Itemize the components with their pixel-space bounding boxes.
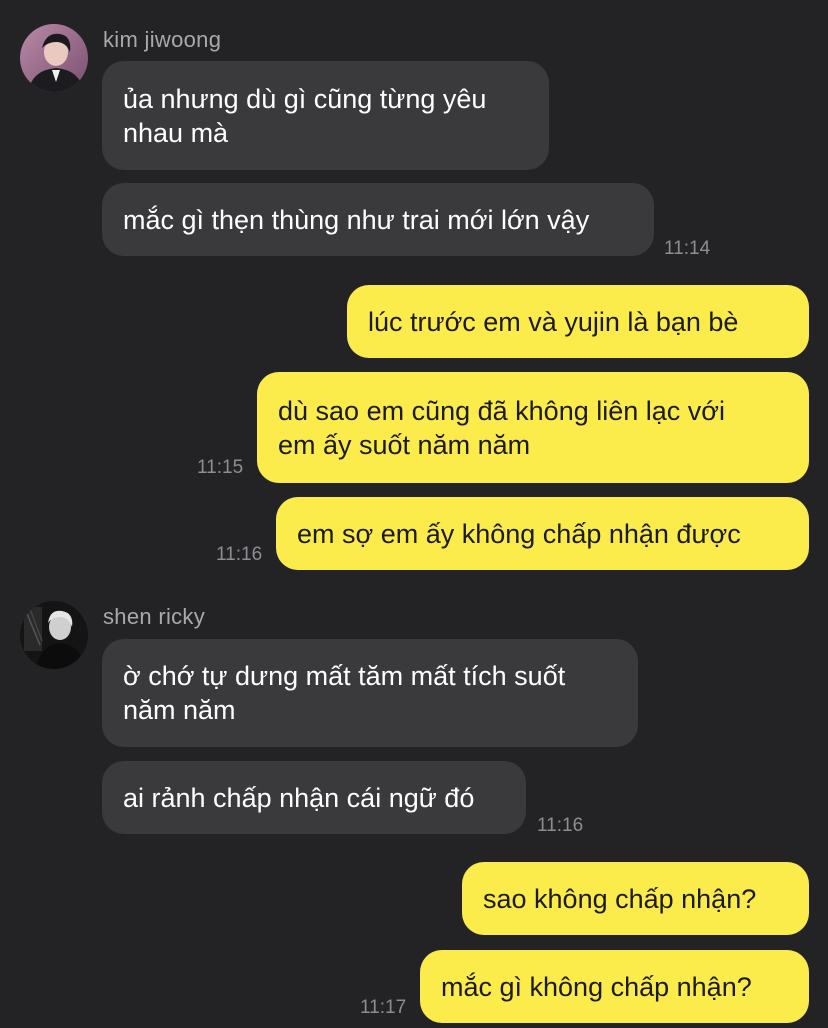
message-bubble[interactable]: em sợ em ấy không chấp nhận được [276,497,809,570]
message-bubble[interactable]: ủa nhưng dù gì cũng từng yêu nhau mà [102,61,549,170]
message-bubble[interactable]: ờ chớ tự dưng mất tăm mất tích suốt năm … [102,639,638,747]
message-bubble[interactable]: mắc gì thẹn thùng như trai mới lớn vậy [102,183,654,256]
message-bubble[interactable]: lúc trước em và yujin là bạn bè [347,285,809,358]
message-timestamp: 11:17 [360,997,407,1018]
shen-ricky-avatar-icon [20,601,88,669]
message-timestamp: 11:16 [216,544,263,565]
avatar-kim-jiwoong[interactable] [20,24,88,92]
message-timestamp: 11:15 [197,457,244,478]
avatar-shen-ricky[interactable] [20,601,88,669]
message-bubble[interactable]: ai rảnh chấp nhận cái ngữ đó [102,761,526,834]
message-bubble[interactable]: sao không chấp nhận? [462,862,809,935]
message-bubble[interactable]: mắc gì không chấp nhận? [420,950,809,1023]
sender-name: shen ricky [103,604,206,629]
message-bubble[interactable]: dù sao em cũng đã không liên lạc với em … [257,372,809,483]
message-timestamp: 11:16 [537,815,584,836]
message-timestamp: 11:14 [664,238,711,259]
kim-jiwoong-avatar-icon [20,24,88,92]
sender-name: kim jiwoong [103,27,222,52]
